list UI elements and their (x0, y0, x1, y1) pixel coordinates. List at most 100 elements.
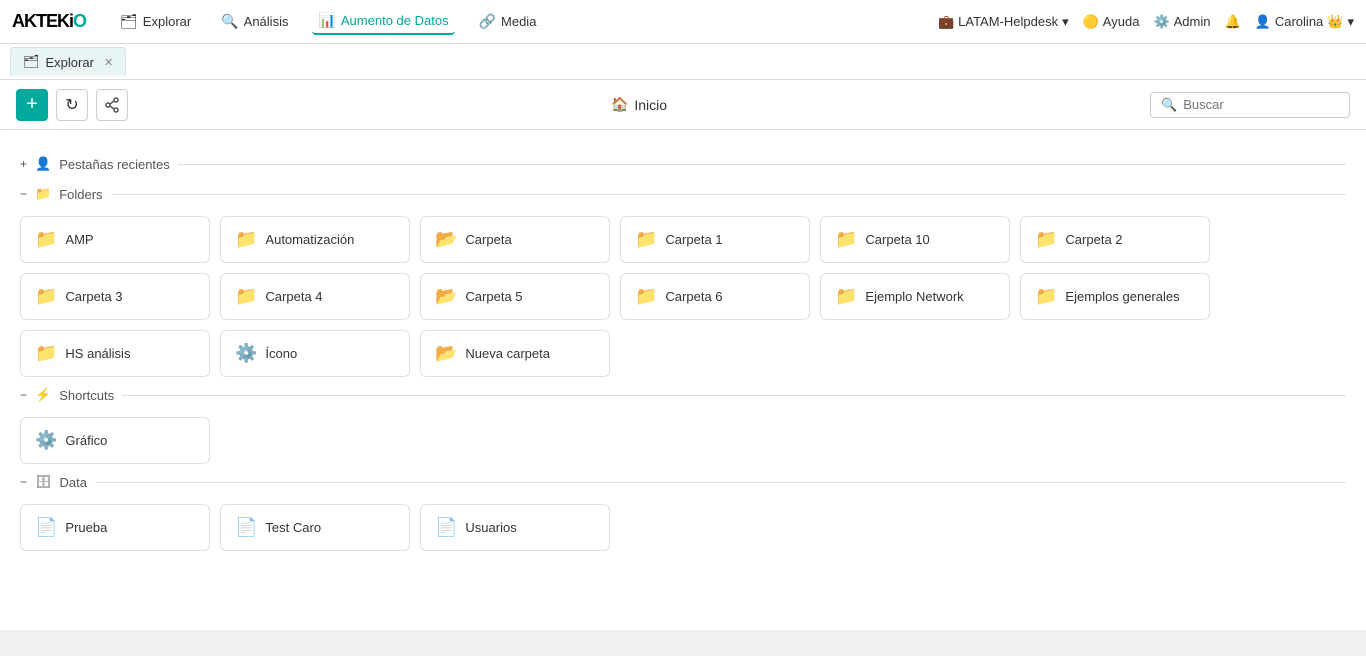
nav-explorar[interactable]: 🗂 Explorar (114, 9, 197, 34)
admin-label: Admin (1174, 14, 1211, 29)
user-item[interactable]: 👤 Carolina 👑 ▾ (1255, 14, 1354, 30)
shortcut-grafico-icon: ⚙️ (35, 430, 57, 451)
folder-carpeta2-icon: 📁 (1035, 229, 1057, 250)
folder-carpeta10[interactable]: 📁 Carpeta 10 (820, 216, 1010, 263)
bell-icon: 🔔 (1224, 14, 1240, 30)
helpdesk-chevron-icon: ▾ (1062, 14, 1069, 30)
nav-analisis-label: Análisis (244, 14, 289, 29)
folder-carpeta3[interactable]: 📁 Carpeta 3 (20, 273, 210, 320)
data-test-caro[interactable]: 📄 Test Caro (220, 504, 410, 551)
folder-carpeta3-icon: 📁 (35, 286, 57, 307)
recent-label: Pestañas recientes (59, 157, 170, 172)
data-toggle[interactable]: − (20, 475, 27, 489)
folder-carpeta5-label: Carpeta 5 (465, 289, 522, 304)
folder-hs-analisis-label: HS análisis (65, 346, 130, 361)
helpdesk-label: LATAM-Helpdesk (958, 14, 1058, 29)
folder-carpeta2-label: Carpeta 2 (1065, 232, 1122, 247)
shortcuts-icon: ⚡ (35, 387, 51, 403)
folder-nueva-carpeta[interactable]: 📂 Nueva carpeta (420, 330, 610, 377)
recent-icon: 👤 (35, 156, 51, 172)
search-box[interactable]: 🔍 (1150, 92, 1350, 118)
main-content: + 👤 Pestañas recientes − 📁 Folders 📁 AMP… (0, 130, 1366, 630)
folder-automatizacion-icon: 📁 (235, 229, 257, 250)
data-prueba[interactable]: 📄 Prueba (20, 504, 210, 551)
nav-analisis[interactable]: 🔍 Análisis (215, 9, 294, 34)
folder-ejemplo-network[interactable]: 📁 Ejemplo Network (820, 273, 1010, 320)
folder-nueva-carpeta-icon: 📂 (435, 343, 457, 364)
folder-ejemplos-generales[interactable]: 📁 Ejemplos generales (1020, 273, 1210, 320)
shortcuts-toggle[interactable]: − (20, 388, 27, 402)
nav-media[interactable]: 🔗 Media (473, 9, 543, 34)
home-icon: 🏠 (611, 96, 628, 113)
folder-carpeta-icon: 📂 (435, 229, 457, 250)
folder-carpeta1-label: Carpeta 1 (665, 232, 722, 247)
nav-aumento[interactable]: 📊 Aumento de Datos (312, 8, 454, 35)
share-icon (104, 97, 120, 113)
folder-ejemplos-generales-icon: 📁 (1035, 286, 1057, 307)
shortcut-grafico-label: Gráfico (65, 433, 107, 448)
share-button[interactable] (96, 89, 128, 121)
folders-label: Folders (59, 187, 102, 202)
folder-icono[interactable]: ⚙️ Ícono (220, 330, 410, 377)
folder-nueva-carpeta-label: Nueva carpeta (465, 346, 550, 361)
shortcut-grafico[interactable]: ⚙️ Gráfico (20, 417, 210, 464)
folder-carpeta[interactable]: 📂 Carpeta (420, 216, 610, 263)
admin-item[interactable]: ⚙️ Admin (1153, 14, 1210, 30)
help-item[interactable]: 🟡 Ayuda (1083, 14, 1140, 30)
folder-ejemplos-generales-label: Ejemplos generales (1065, 289, 1179, 304)
folder-carpeta2[interactable]: 📁 Carpeta 2 (1020, 216, 1210, 263)
folder-icono-icon: ⚙️ (235, 343, 257, 364)
data-prueba-icon: 📄 (35, 517, 57, 538)
shortcuts-label: Shortcuts (59, 388, 114, 403)
folder-carpeta4[interactable]: 📁 Carpeta 4 (220, 273, 410, 320)
helpdesk-item[interactable]: 💼 LATAM-Helpdesk ▾ (938, 14, 1069, 30)
recent-section-header: + 👤 Pestañas recientes (20, 156, 1346, 172)
folder-hs-analisis[interactable]: 📁 HS análisis (20, 330, 210, 377)
data-usuarios[interactable]: 📄 Usuarios (420, 504, 610, 551)
data-prueba-label: Prueba (65, 520, 107, 535)
home-breadcrumb: 🏠 Inicio (136, 96, 1142, 113)
nav-explorar-label: Explorar (143, 14, 191, 29)
explorar-nav-icon: 🗂 (120, 13, 138, 30)
folder-carpeta-label: Carpeta (465, 232, 511, 247)
search-input[interactable] (1183, 97, 1339, 112)
tab-explorar[interactable]: 🗂 Explorar ✕ (10, 47, 126, 76)
user-avatar-icon: 👤 (1255, 14, 1271, 30)
data-usuarios-label: Usuarios (465, 520, 516, 535)
recent-toggle[interactable]: + (20, 157, 27, 171)
briefcase-icon: 💼 (938, 14, 954, 30)
folder-carpeta4-icon: 📁 (235, 286, 257, 307)
data-test-caro-label: Test Caro (265, 520, 321, 535)
folder-automatizacion[interactable]: 📁 Automatización (220, 216, 410, 263)
search-icon: 🔍 (1161, 97, 1177, 113)
folders-toggle[interactable]: − (20, 187, 27, 201)
add-button[interactable]: + (16, 89, 48, 121)
folder-amp[interactable]: 📁 AMP (20, 216, 210, 263)
folder-ejemplo-network-label: Ejemplo Network (865, 289, 963, 304)
data-icon: 🗄 (35, 474, 52, 490)
shortcuts-divider (122, 395, 1346, 396)
admin-icon: ⚙️ (1153, 14, 1169, 30)
tab-close-button[interactable]: ✕ (104, 56, 113, 69)
folder-carpeta10-icon: 📁 (835, 229, 857, 250)
folder-carpeta5[interactable]: 📂 Carpeta 5 (420, 273, 610, 320)
recent-divider (178, 164, 1346, 165)
nav-media-label: Media (501, 14, 536, 29)
folder-carpeta1-icon: 📁 (635, 229, 657, 250)
crown-icon: 👑 (1327, 14, 1343, 30)
folder-carpeta1[interactable]: 📁 Carpeta 1 (620, 216, 810, 263)
help-label: Ayuda (1103, 14, 1140, 29)
folder-carpeta6-icon: 📁 (635, 286, 657, 307)
folder-carpeta6[interactable]: 📁 Carpeta 6 (620, 273, 810, 320)
folder-hs-analisis-icon: 📁 (35, 343, 57, 364)
refresh-button[interactable]: ↻ (56, 89, 88, 121)
home-label: Inicio (634, 97, 667, 113)
notification-item[interactable]: 🔔 (1224, 14, 1240, 30)
folder-carpeta5-icon: 📂 (435, 286, 457, 307)
folder-ejemplo-network-icon: 📁 (835, 286, 857, 307)
nav-right-section: 💼 LATAM-Helpdesk ▾ 🟡 Ayuda ⚙️ Admin 🔔 👤 … (938, 14, 1354, 30)
data-section-label: Data (60, 475, 87, 490)
data-test-caro-icon: 📄 (235, 517, 257, 538)
folders-grid: 📁 AMP 📁 Automatización 📂 Carpeta 📁 Carpe… (20, 216, 1346, 377)
tab-explorar-label: Explorar (46, 55, 94, 70)
